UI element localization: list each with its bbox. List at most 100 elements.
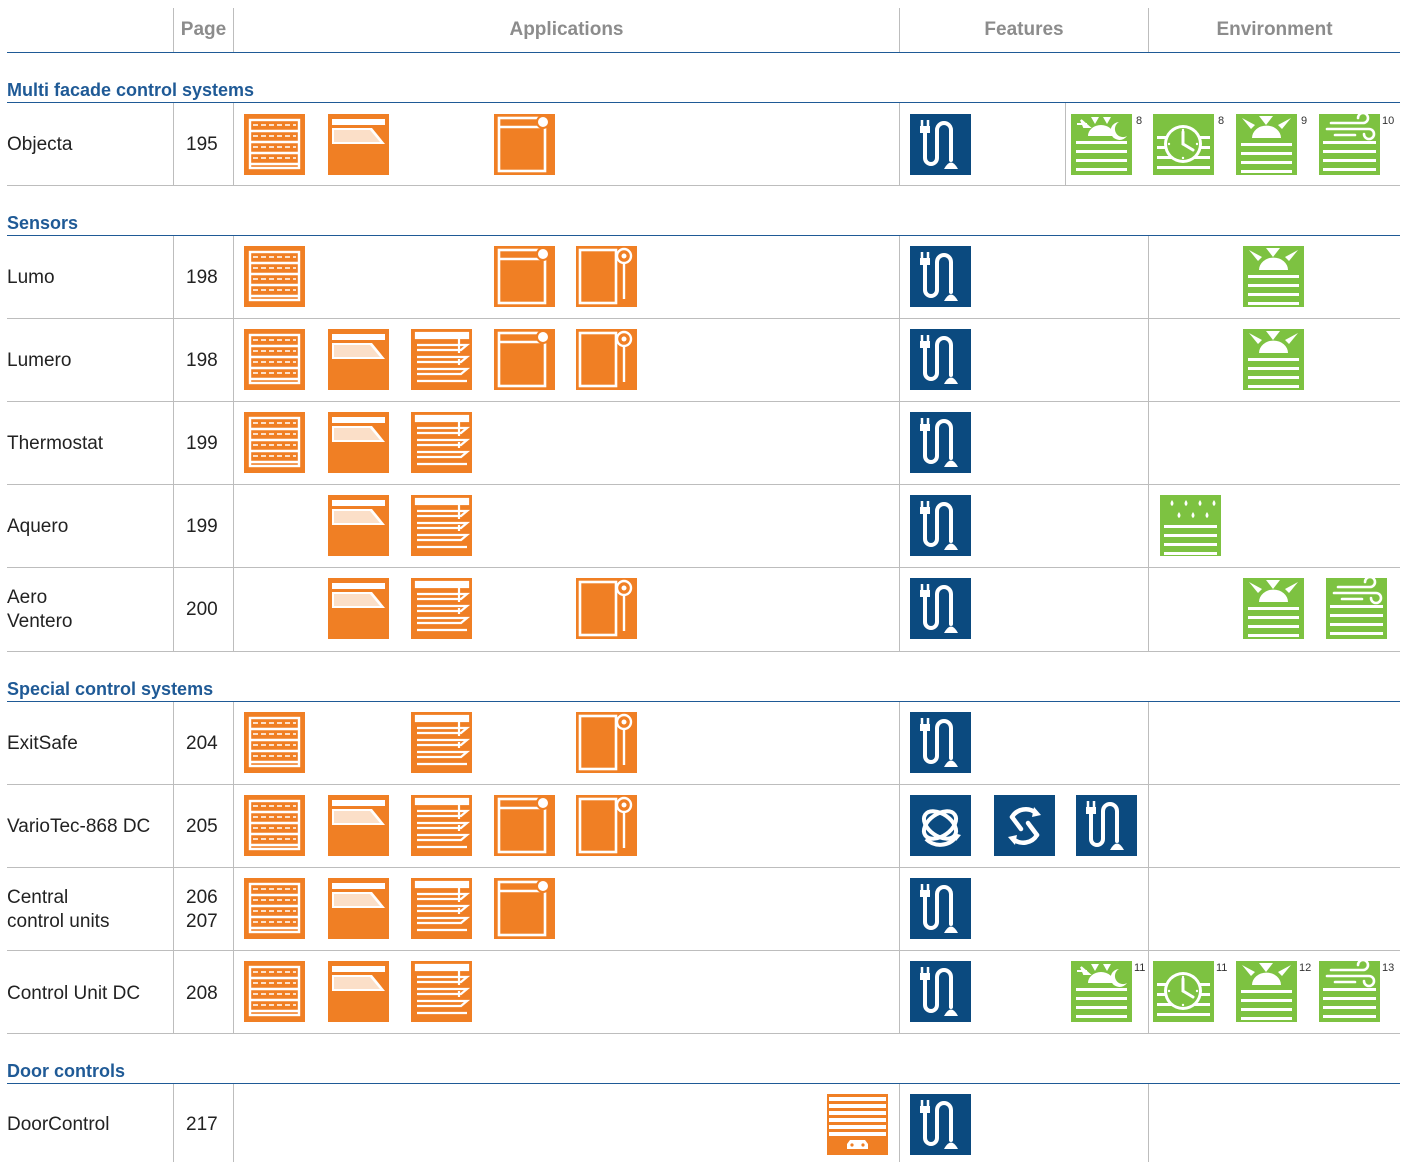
footnote: 10 xyxy=(1382,115,1395,127)
row-rule xyxy=(7,484,1400,485)
row-page-controlunit: 208 xyxy=(186,983,218,1004)
roller-shutter-icon xyxy=(244,712,305,773)
section-rule xyxy=(7,701,1400,702)
row-page-central: 206 xyxy=(186,887,218,908)
row-page-aero: 200 xyxy=(186,599,218,620)
section-title-sensors: Sensors xyxy=(7,213,79,233)
row-name-aquero: Aquero xyxy=(7,516,69,537)
divider xyxy=(233,236,234,651)
roller-shutter-icon xyxy=(244,114,305,175)
row-rule xyxy=(7,1033,1400,1034)
sun-icon xyxy=(1243,329,1304,390)
radio-control-icon xyxy=(910,795,971,856)
section-title-special: Special control systems xyxy=(7,679,214,699)
row-name-objecta: Objecta xyxy=(7,134,73,155)
footnote: 12 xyxy=(1299,962,1312,974)
header-features: Features xyxy=(984,19,1064,40)
row-name-central: Central xyxy=(7,887,69,908)
power-plug-icon xyxy=(910,329,971,390)
divider xyxy=(173,702,174,1033)
power-plug-icon xyxy=(910,712,971,773)
window-icon xyxy=(494,246,555,307)
divider xyxy=(1065,103,1066,185)
row-page-variotec: 205 xyxy=(186,816,218,837)
power-plug-icon xyxy=(910,495,971,556)
clock-icon xyxy=(1153,961,1214,1022)
header-environment: Environment xyxy=(1216,19,1333,40)
row-name-thermostat: Thermostat xyxy=(7,433,104,454)
power-plug-icon xyxy=(910,961,971,1022)
power-plug-icon xyxy=(910,1094,971,1155)
window-icon xyxy=(494,114,555,175)
row-name-central-2: control units xyxy=(7,911,110,932)
venetian-blind-icon xyxy=(411,329,472,390)
screen-icon xyxy=(576,246,637,307)
power-plug-icon xyxy=(910,412,971,473)
sun-moon-icon xyxy=(1071,114,1132,175)
screen-icon xyxy=(576,329,637,390)
awning-icon xyxy=(328,578,389,639)
row-rule xyxy=(7,784,1400,785)
row-rule xyxy=(7,318,1400,319)
wind-icon xyxy=(1319,961,1380,1022)
row-name-aero: Aero xyxy=(7,587,48,608)
divider xyxy=(899,8,900,52)
header-applications: Applications xyxy=(509,19,624,40)
clock-icon xyxy=(1153,114,1214,175)
garage-door-icon xyxy=(827,1094,888,1155)
wind-icon xyxy=(1319,114,1380,175)
row-rule xyxy=(7,950,1400,951)
sun-icon xyxy=(1236,114,1297,175)
row-page-lumero: 198 xyxy=(186,350,218,371)
venetian-blind-icon xyxy=(411,578,472,639)
venetian-blind-icon xyxy=(411,961,472,1022)
power-plug-icon xyxy=(1076,795,1137,856)
footnote: 13 xyxy=(1382,962,1395,974)
wind-icon xyxy=(1326,578,1387,639)
divider xyxy=(899,702,900,1033)
awning-icon xyxy=(328,412,389,473)
row-rule xyxy=(7,401,1400,402)
power-plug-icon xyxy=(910,578,971,639)
divider xyxy=(173,8,174,52)
awning-icon xyxy=(328,878,389,939)
row-page-central-2: 207 xyxy=(186,911,218,932)
section-title-door: Door controls xyxy=(7,1061,126,1081)
awning-icon xyxy=(328,795,389,856)
row-name-controlunit: Control Unit DC xyxy=(7,983,141,1004)
divider xyxy=(1148,1084,1149,1162)
footnote: 11 xyxy=(1216,962,1228,974)
header-rule xyxy=(7,52,1400,53)
power-plug-icon xyxy=(910,246,971,307)
row-rule xyxy=(7,867,1400,868)
roller-shutter-icon xyxy=(244,961,305,1022)
divider xyxy=(899,103,900,185)
divider xyxy=(1148,236,1149,651)
section-title-multi: Multi facade control systems xyxy=(7,80,255,100)
row-name-lumo: Lumo xyxy=(7,267,55,288)
awning-icon xyxy=(328,114,389,175)
row-name-ventero: Ventero xyxy=(7,611,73,632)
divider xyxy=(899,236,900,651)
section-rule xyxy=(7,235,1400,236)
window-icon xyxy=(494,795,555,856)
awning-icon xyxy=(328,961,389,1022)
sun-icon xyxy=(1236,961,1297,1022)
roller-shutter-icon xyxy=(244,246,305,307)
footnote: 11 xyxy=(1134,962,1146,974)
power-plug-icon xyxy=(910,878,971,939)
awning-icon xyxy=(328,329,389,390)
row-page-aquero: 199 xyxy=(186,516,218,537)
venetian-blind-icon xyxy=(411,712,472,773)
row-rule xyxy=(7,651,1400,652)
footnote: 9 xyxy=(1301,115,1308,127)
divider xyxy=(173,236,174,651)
section-rule xyxy=(7,102,1400,103)
sync-icon xyxy=(994,795,1055,856)
sun-icon xyxy=(1243,578,1304,639)
divider xyxy=(1148,8,1149,52)
window-icon xyxy=(494,329,555,390)
row-name-variotec: VarioTec-868 DC xyxy=(7,816,151,837)
sun-moon-icon xyxy=(1071,961,1132,1022)
venetian-blind-icon xyxy=(411,878,472,939)
